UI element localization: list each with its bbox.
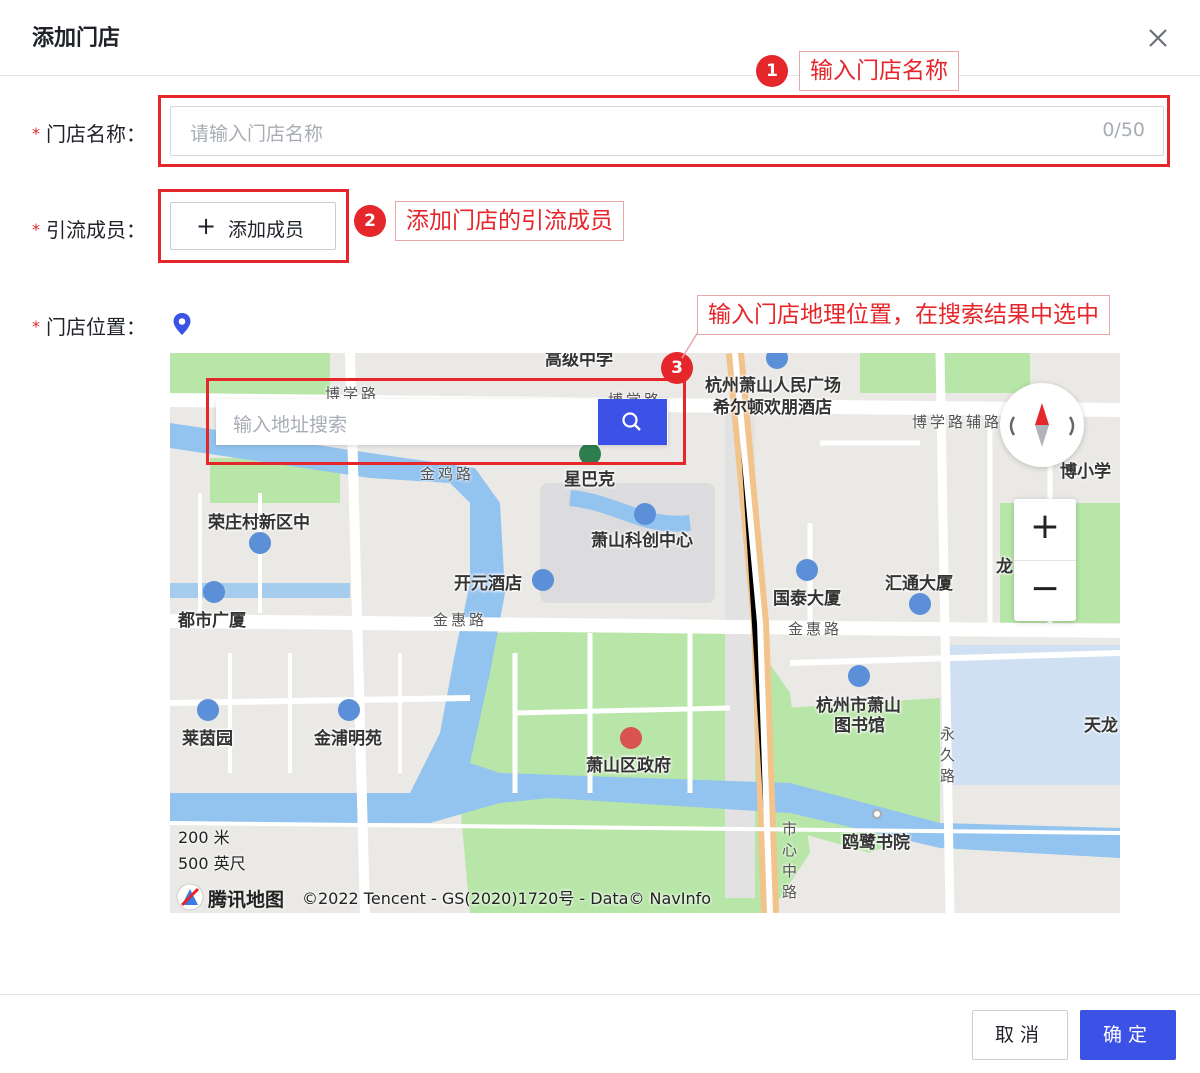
annotation-badge-2: 2 xyxy=(354,205,386,237)
annotation-box-2 xyxy=(158,189,349,263)
location-label: * 门店位置： xyxy=(32,315,146,339)
map-label: 荣庄村新区中 xyxy=(208,513,310,533)
road-label: 金惠路 xyxy=(788,620,843,638)
map-label: 萧山科创中心 xyxy=(591,531,693,551)
road-label: 永久路 xyxy=(940,725,956,785)
residence-poi-icon xyxy=(197,699,219,721)
annotation-callout-3: 输入门店地理位置，在搜索结果中选中 xyxy=(697,295,1110,335)
tencent-map-logo-text: 腾讯地图 xyxy=(208,889,285,911)
annotation-box-3 xyxy=(206,378,686,465)
tencent-map-logo: 腾讯地图 xyxy=(176,883,284,911)
zoom-out-button[interactable]: − xyxy=(1014,560,1076,620)
annotation-callout-1: 输入门店名称 xyxy=(799,51,959,91)
dialog-header: 添加门店 xyxy=(0,0,1200,76)
building-poi-icon xyxy=(796,559,818,581)
map-label: 莱茵园 xyxy=(182,729,233,749)
map-label: 萧山区政府 xyxy=(586,756,671,776)
map-label: 龙 xyxy=(996,557,1013,577)
store-name-label: * 门店名称： xyxy=(32,122,146,146)
members-label: * 引流成员： xyxy=(32,218,146,242)
road-label: 市心中路 xyxy=(782,820,798,901)
library-poi-icon xyxy=(848,665,870,687)
scale-metric: 200 米 xyxy=(178,828,230,847)
map-label: 金浦明苑 xyxy=(314,729,382,749)
zoom-in-button[interactable]: + xyxy=(1014,499,1076,559)
school-poi-icon xyxy=(872,809,882,819)
zoom-control: + − xyxy=(1014,499,1076,621)
map-label: 图书馆 xyxy=(834,716,885,736)
map-label: 天龙 xyxy=(1084,716,1118,736)
residence-poi-icon xyxy=(203,581,225,603)
building-poi-icon xyxy=(634,503,656,525)
map-label: 开元酒店 xyxy=(454,574,522,594)
confirm-button[interactable]: 确定 xyxy=(1080,1010,1176,1060)
hotel-poi-icon xyxy=(532,569,554,591)
road-label: 博学路辅路 xyxy=(912,413,1003,431)
map-label: 星巴克 xyxy=(564,470,615,490)
map-label: 都市广厦 xyxy=(178,611,246,631)
map-label: 希尔顿欢朋酒店 xyxy=(713,398,832,418)
building-poi-icon xyxy=(909,593,931,615)
residence-poi-icon xyxy=(338,699,360,721)
required-mark: * xyxy=(32,317,40,336)
map-attribution: ©2022 Tencent - GS(2020)1720号 - Data© Na… xyxy=(302,889,712,908)
dialog-title: 添加门店 xyxy=(32,26,121,51)
close-icon[interactable] xyxy=(1140,20,1176,56)
tencent-map-logo-icon xyxy=(176,883,204,911)
required-mark: * xyxy=(32,124,40,143)
compass-icon[interactable] xyxy=(1000,383,1084,467)
map-label: 鸥鹭书院 xyxy=(842,833,910,853)
cancel-button[interactable]: 取消 xyxy=(972,1010,1068,1060)
road-label: 金惠路 xyxy=(433,611,488,629)
required-mark: * xyxy=(32,220,40,239)
map-label: 高级中学 xyxy=(545,353,613,370)
map-label: 汇通大厦 xyxy=(885,574,953,594)
annotation-badge-1: 1 xyxy=(756,55,788,87)
annotation-callout-2: 添加门店的引流成员 xyxy=(395,201,624,241)
location-pin-icon[interactable] xyxy=(172,312,192,336)
government-poi-icon xyxy=(620,727,642,749)
annotation-box-1 xyxy=(158,95,1170,167)
road-label: 金鸡路 xyxy=(420,465,475,483)
scale-imperial: 500 英尺 xyxy=(178,854,246,873)
map-label: 国泰大厦 xyxy=(773,589,841,609)
residence-poi-icon xyxy=(249,532,271,554)
